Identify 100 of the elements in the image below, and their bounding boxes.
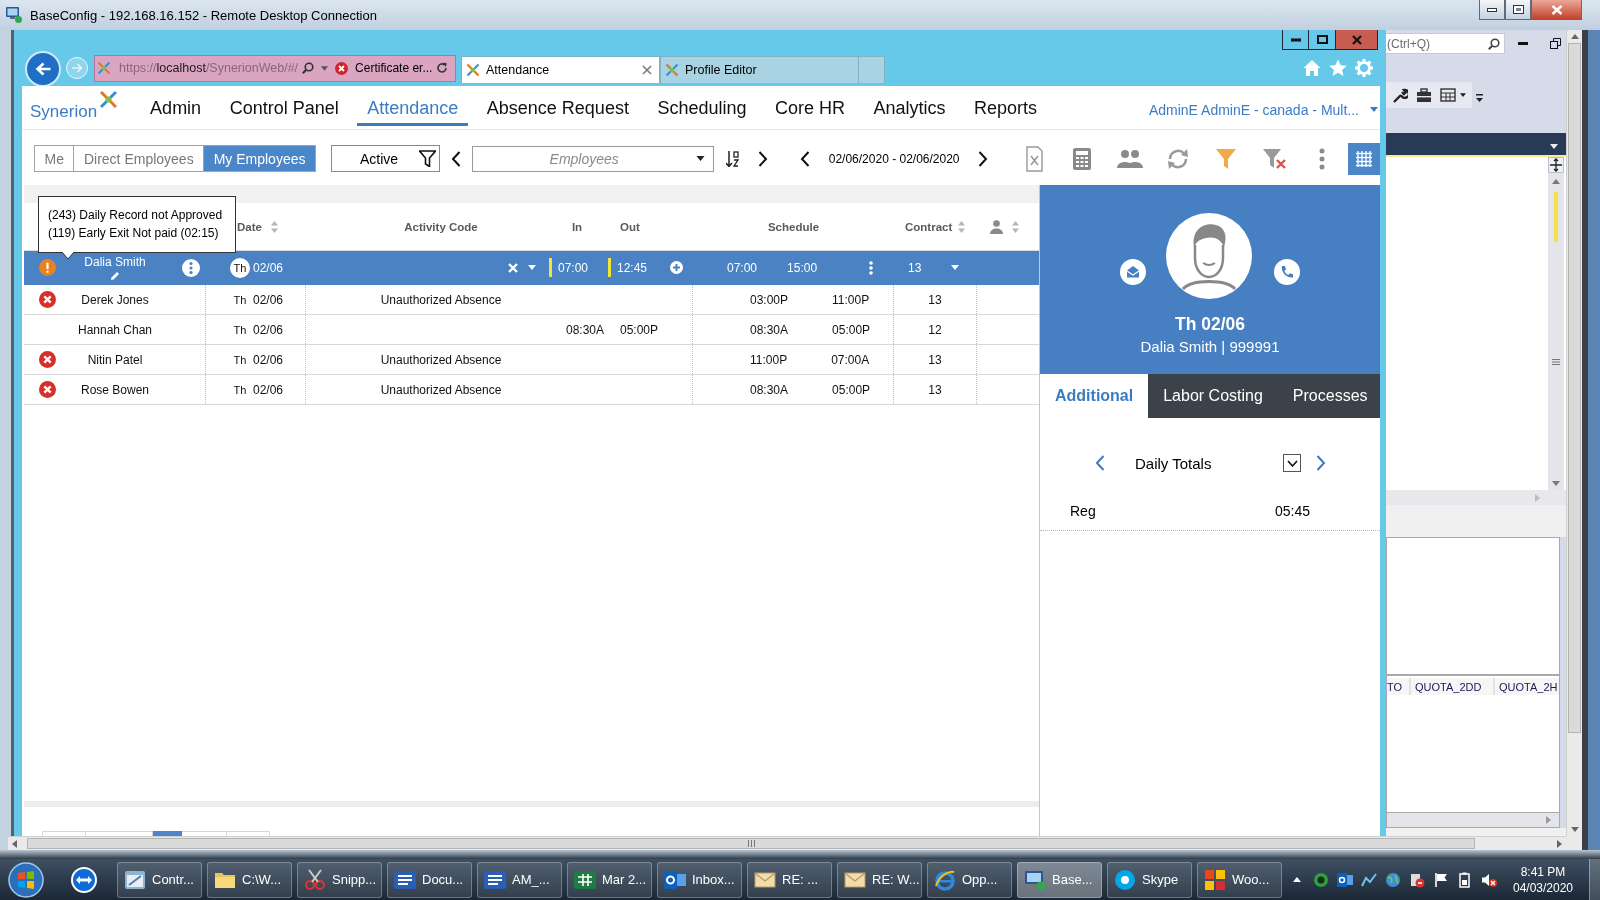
start-button[interactable] bbox=[8, 861, 44, 898]
menu-item[interactable]: Scheduling bbox=[647, 86, 757, 126]
table-row[interactable]: Nitin Patel Th 02/06 Unauthorized Absence 11:00P 07:00A 13 bbox=[24, 345, 1039, 375]
search-icon[interactable] bbox=[302, 62, 315, 74]
column-header[interactable]: QUOTA_2DD bbox=[1411, 678, 1495, 695]
certificate-error-button[interactable]: Certificate er... bbox=[335, 61, 433, 75]
scrollbar-thumb[interactable] bbox=[1568, 43, 1581, 733]
table-row[interactable]: Dalia Smith Th 02/06 07:00 12:45 07:00 15:00 13 bbox=[24, 251, 1039, 285]
logo-wordmark[interactable]: Synerion bbox=[30, 102, 98, 122]
right-arrow-icon[interactable] bbox=[1557, 839, 1562, 848]
column-header[interactable]: TO bbox=[1387, 678, 1411, 695]
caret-icon[interactable] bbox=[1550, 144, 1558, 149]
clock[interactable]: 8:41 PM 04/03/2020 bbox=[1511, 863, 1575, 896]
add-icon[interactable] bbox=[670, 261, 683, 274]
close-button[interactable] bbox=[1531, 0, 1582, 20]
refresh-icon[interactable] bbox=[436, 62, 449, 74]
circle-logo-icon[interactable] bbox=[1313, 871, 1329, 888]
menu-item[interactable]: Analytics bbox=[863, 86, 956, 126]
employee-name[interactable]: Derek Jones bbox=[81, 292, 149, 307]
taskbar-item[interactable]: Contr... bbox=[117, 861, 202, 898]
employee-name[interactable]: Hannah Chan bbox=[77, 322, 153, 337]
horizontal-scrollbar[interactable] bbox=[1386, 490, 1566, 505]
column-header[interactable]: QUOTA_2H bbox=[1495, 678, 1559, 695]
vertical-scrollbar[interactable] bbox=[1566, 30, 1582, 836]
menu-item[interactable]: Admin bbox=[140, 86, 212, 126]
filter-icon[interactable] bbox=[418, 150, 436, 167]
pencil-icon[interactable] bbox=[110, 270, 120, 281]
graph-icon[interactable] bbox=[1361, 871, 1377, 888]
employee-name[interactable]: Rose Bowen bbox=[80, 382, 149, 397]
wrench-icon[interactable] bbox=[1392, 87, 1408, 103]
taskbar-item[interactable]: RE: ... bbox=[747, 861, 832, 898]
taskbar-item[interactable]: C:\W... bbox=[207, 861, 292, 898]
taskbar-item[interactable]: Snipp... bbox=[297, 861, 382, 898]
dropdown-toggle[interactable] bbox=[1283, 454, 1302, 472]
employee-name[interactable]: Nitin Patel bbox=[87, 352, 143, 367]
taskbar-item[interactable]: Mar 2... bbox=[567, 861, 652, 898]
status-filter[interactable]: Active bbox=[330, 145, 440, 172]
column-header[interactable]: Date bbox=[237, 220, 262, 233]
up-arrow-icon[interactable] bbox=[1552, 179, 1560, 184]
vertical-scrollbar[interactable] bbox=[1548, 157, 1564, 490]
left-arrow-icon[interactable] bbox=[12, 839, 17, 848]
minimize-button[interactable] bbox=[1479, 0, 1505, 20]
taskbar-item[interactable]: RE: W... bbox=[837, 861, 922, 898]
caret-icon[interactable] bbox=[695, 156, 705, 161]
close-icon[interactable] bbox=[642, 65, 652, 75]
phone-icon[interactable] bbox=[1274, 259, 1300, 285]
more-icon[interactable] bbox=[182, 258, 200, 277]
down-arrow-icon[interactable] bbox=[1570, 827, 1579, 832]
minimize-button[interactable] bbox=[1282, 30, 1309, 50]
device-icon[interactable] bbox=[1409, 871, 1425, 888]
close-button[interactable] bbox=[1336, 30, 1378, 50]
toolbox-icon[interactable] bbox=[1416, 87, 1432, 103]
horizontal-scrollbar[interactable] bbox=[1386, 812, 1560, 828]
back-button[interactable] bbox=[25, 51, 61, 87]
menu-item[interactable]: Attendance bbox=[357, 86, 469, 126]
clear-icon[interactable] bbox=[508, 262, 518, 273]
menu-item[interactable]: Absence Request bbox=[476, 86, 639, 126]
envelope-icon[interactable] bbox=[1120, 259, 1146, 285]
menu-item[interactable]: Control Panel bbox=[219, 86, 349, 126]
browser-tab[interactable]: Profile Editor bbox=[660, 56, 859, 83]
taskbar-item[interactable]: Docu... bbox=[387, 861, 472, 898]
tab[interactable]: Labor Costing bbox=[1148, 374, 1278, 418]
chevron-left-icon[interactable] bbox=[450, 150, 461, 167]
employee-name[interactable]: Dalia Smith bbox=[84, 254, 146, 269]
globe-icon[interactable] bbox=[1385, 871, 1401, 888]
mail-app-icon[interactable] bbox=[1337, 871, 1353, 888]
time-out[interactable]: 12:45 bbox=[617, 260, 648, 275]
tab[interactable]: Additional bbox=[1040, 374, 1149, 418]
table-row[interactable]: Derek Jones Th 02/06 Unauthorized Absence 03:00P 11:00P 13 bbox=[24, 285, 1039, 315]
taskbar-item[interactable]: Opp... bbox=[927, 861, 1012, 898]
star-icon[interactable] bbox=[1329, 59, 1347, 77]
sort-icon[interactable] bbox=[725, 150, 739, 167]
horizontal-scrollbar[interactable] bbox=[8, 836, 1566, 850]
caret-icon[interactable] bbox=[1460, 93, 1466, 97]
battery-icon[interactable] bbox=[1457, 871, 1473, 888]
taskbar-item[interactable]: Woo... bbox=[1197, 861, 1282, 898]
chevron-left-icon[interactable] bbox=[799, 150, 810, 167]
down-arrow-icon[interactable] bbox=[1552, 481, 1560, 486]
scope-button[interactable]: My Employees bbox=[203, 146, 315, 171]
restore-icon[interactable] bbox=[1550, 38, 1561, 49]
chevron-right-icon[interactable] bbox=[977, 150, 988, 167]
maximize-button[interactable] bbox=[1309, 30, 1336, 50]
user-menu[interactable]: AdminE AdminE - canada - Mult... bbox=[1148, 101, 1359, 118]
flag-icon[interactable] bbox=[1433, 871, 1449, 888]
tab[interactable]: Processes bbox=[1277, 374, 1383, 418]
more-icon[interactable] bbox=[869, 260, 873, 275]
chevron-right-icon[interactable] bbox=[757, 150, 768, 167]
taskbar-item[interactable]: Base... bbox=[1017, 861, 1102, 898]
menu-item[interactable]: Core HR bbox=[764, 86, 855, 126]
splitter-icon[interactable] bbox=[1548, 157, 1564, 173]
speaker-muted-icon[interactable] bbox=[1481, 871, 1497, 888]
table-icon[interactable] bbox=[1440, 87, 1456, 103]
table-row[interactable]: Rose Bowen Th 02/06 Unauthorized Absence 08:30A 05:00P 13 bbox=[24, 375, 1039, 405]
search-icon[interactable] bbox=[1488, 37, 1500, 50]
taskbar-item[interactable]: Skype bbox=[1107, 861, 1192, 898]
overflow-icon[interactable] bbox=[1476, 94, 1483, 102]
url-field[interactable]: https://localhost/SynerionWeb/#/ bbox=[119, 61, 299, 75]
taskbar-item[interactable]: AM_... bbox=[477, 861, 562, 898]
employee-select[interactable]: Employees bbox=[471, 145, 714, 172]
search-field[interactable]: (Ctrl+Q) bbox=[1386, 33, 1505, 54]
